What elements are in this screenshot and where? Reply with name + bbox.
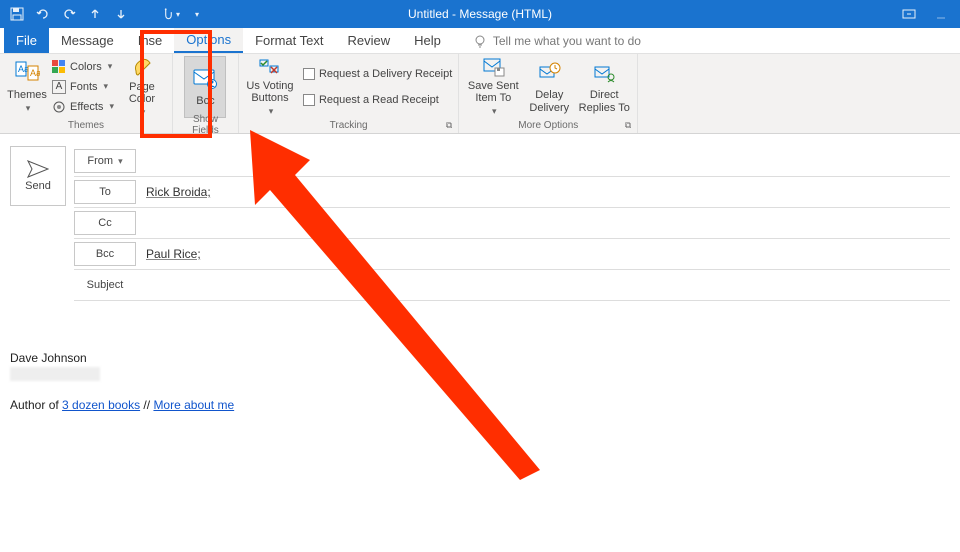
signature-prefix: Author of bbox=[10, 398, 62, 412]
colors-icon bbox=[52, 60, 66, 74]
tell-me-search[interactable]: Tell me what you want to do bbox=[453, 28, 641, 53]
tell-me-placeholder: Tell me what you want to do bbox=[493, 34, 641, 48]
group-label-showfields: Show Fields bbox=[179, 117, 232, 133]
subject-label: Subject bbox=[74, 273, 136, 297]
to-row: To Rick Broida; bbox=[74, 177, 950, 208]
group-label-tracking: Tracking⧉ bbox=[245, 117, 452, 133]
ribbon-display-icon[interactable] bbox=[900, 5, 918, 23]
chevron-down-icon: ▾ bbox=[26, 103, 31, 114]
email-body[interactable]: Dave Johnson Author of 3 dozen books // … bbox=[10, 301, 950, 412]
effects-icon bbox=[52, 100, 66, 114]
from-row: From ▾ bbox=[74, 146, 950, 177]
signature-link-books[interactable]: 3 dozen books bbox=[62, 398, 140, 412]
page-color-icon bbox=[128, 55, 156, 79]
touch-mode-icon[interactable]: ▾ bbox=[162, 5, 180, 23]
page-color-button[interactable]: Page Color ▾ bbox=[118, 57, 166, 117]
fonts-icon: A bbox=[52, 80, 66, 94]
up-arrow-icon[interactable] bbox=[86, 5, 104, 23]
to-button[interactable]: To bbox=[74, 180, 136, 204]
from-button[interactable]: From ▾ bbox=[74, 149, 136, 173]
direct-replies-button[interactable]: Direct Replies To bbox=[577, 57, 631, 117]
send-icon bbox=[27, 160, 49, 178]
signature-link-about[interactable]: More about me bbox=[153, 398, 234, 412]
signature-redacted bbox=[10, 367, 100, 381]
svg-text:Aa: Aa bbox=[18, 64, 29, 74]
group-more-options: Save Sent Item To ▾ Delay Delivery Direc… bbox=[459, 54, 638, 133]
delay-icon bbox=[535, 59, 563, 87]
read-receipt-checkbox[interactable]: Request a Read Receipt bbox=[303, 90, 452, 110]
effects-button[interactable]: Effects▾ bbox=[52, 97, 114, 117]
customize-qat-icon[interactable]: ▾ bbox=[188, 5, 206, 23]
svg-text:Aa: Aa bbox=[30, 68, 40, 78]
tab-help[interactable]: Help bbox=[402, 28, 453, 53]
checkbox-icon bbox=[303, 94, 315, 106]
tab-insert[interactable]: Inse bbox=[126, 28, 175, 53]
down-arrow-icon[interactable] bbox=[112, 5, 130, 23]
window-controls bbox=[900, 5, 950, 23]
tab-options[interactable]: Options bbox=[174, 28, 243, 53]
direct-replies-icon bbox=[590, 59, 618, 87]
ribbon-tabs: File Message Inse Options Format Text Re… bbox=[0, 28, 960, 54]
tab-format-text[interactable]: Format Text bbox=[243, 28, 335, 53]
compose-area: Send From ▾ To Rick Broida; Cc Bcc Paul … bbox=[0, 134, 960, 424]
to-value[interactable]: Rick Broida; bbox=[142, 185, 950, 199]
group-label-themes: Themes bbox=[6, 117, 166, 133]
themes-button[interactable]: AaAa Themes ▾ bbox=[6, 57, 48, 117]
subject-row: Subject bbox=[74, 270, 950, 301]
bcc-icon bbox=[191, 65, 219, 93]
voting-icon bbox=[256, 56, 284, 78]
titlebar: ▾ ▾ Untitled - Message (HTML) bbox=[0, 0, 960, 28]
themes-icon: AaAa bbox=[13, 59, 41, 87]
group-tracking: Us Voting Buttons ▾ Request a Delivery R… bbox=[239, 54, 459, 133]
fonts-button[interactable]: AFonts▾ bbox=[52, 77, 114, 97]
tab-file[interactable]: File bbox=[4, 28, 49, 53]
tab-review[interactable]: Review bbox=[335, 28, 402, 53]
save-sent-button[interactable]: Save Sent Item To ▾ bbox=[465, 57, 521, 117]
bcc-value[interactable]: Paul Rice; bbox=[142, 247, 950, 261]
save-icon[interactable] bbox=[8, 5, 26, 23]
signature-separator: // bbox=[140, 398, 153, 412]
bcc-row: Bcc Paul Rice; bbox=[74, 239, 950, 270]
save-sent-icon bbox=[479, 56, 507, 78]
send-button[interactable]: Send bbox=[10, 146, 66, 206]
chevron-down-icon: ▾ bbox=[269, 106, 274, 117]
quick-access-toolbar: ▾ ▾ bbox=[0, 5, 206, 23]
dialog-launcher-icon[interactable]: ⧉ bbox=[446, 120, 452, 131]
dialog-launcher-icon[interactable]: ⧉ bbox=[625, 120, 631, 131]
colors-button[interactable]: Colors▾ bbox=[52, 57, 114, 77]
cc-button[interactable]: Cc bbox=[74, 211, 136, 235]
group-label-moreoptions: More Options⧉ bbox=[465, 117, 631, 133]
chevron-down-icon: ▾ bbox=[492, 106, 497, 117]
delivery-receipt-checkbox[interactable]: Request a Delivery Receipt bbox=[303, 64, 452, 84]
signature-name: Dave Johnson bbox=[10, 351, 950, 365]
tab-message[interactable]: Message bbox=[49, 28, 126, 53]
cc-row: Cc bbox=[74, 208, 950, 239]
minimize-icon[interactable] bbox=[932, 5, 950, 23]
window-title: Untitled - Message (HTML) bbox=[408, 7, 552, 21]
bcc-field-button[interactable]: Bcc bbox=[74, 242, 136, 266]
group-show-fields: Bcc Show Fields bbox=[173, 54, 239, 133]
redo-icon[interactable] bbox=[60, 5, 78, 23]
undo-icon[interactable] bbox=[34, 5, 52, 23]
delay-delivery-button[interactable]: Delay Delivery bbox=[525, 57, 573, 117]
bulb-icon bbox=[473, 34, 487, 48]
group-themes: AaAa Themes ▾ Colors▾ AFonts▾ Effects▾ P… bbox=[0, 54, 173, 133]
voting-buttons-button[interactable]: Us Voting Buttons ▾ bbox=[245, 57, 295, 117]
checkbox-icon bbox=[303, 68, 315, 80]
ribbon-body: AaAa Themes ▾ Colors▾ AFonts▾ Effects▾ P… bbox=[0, 54, 960, 134]
bcc-button[interactable]: Bcc bbox=[185, 57, 225, 117]
